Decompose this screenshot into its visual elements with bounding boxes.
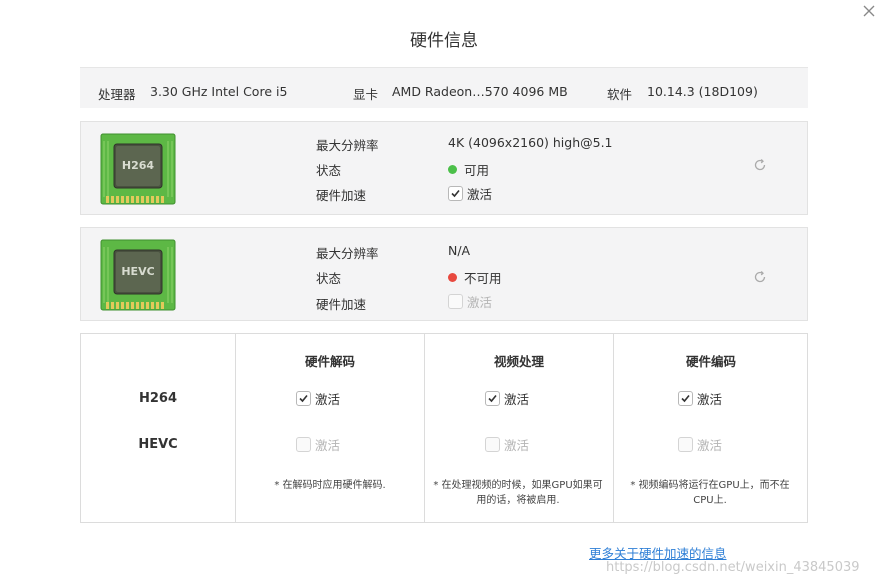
system-info-bar: 处理器 3.30 GHz Intel Core i5 显卡 AMD Radeon… (80, 67, 808, 108)
close-icon (863, 5, 875, 17)
svg-text:HEVC: HEVC (121, 265, 154, 278)
checkbox-label: 激活 (315, 392, 341, 407)
checkbox-checked-icon[interactable] (485, 391, 500, 406)
checkbox-label: 激活 (467, 187, 493, 202)
h264-video-processing-checkbox[interactable]: 激活 (485, 389, 529, 408)
capability-table: 硬件解码 视频处理 硬件编码 H264 HEVC 激活 激活 激活 激活 激活 … (80, 333, 808, 523)
checkbox-unchecked-icon[interactable] (678, 437, 693, 452)
max-resolution-label: 最大分辨率 (316, 246, 379, 261)
hevc-video-processing-checkbox[interactable]: 激活 (485, 435, 529, 454)
status-label: 状态 (316, 163, 342, 178)
checkbox-label: 激活 (504, 392, 530, 407)
max-resolution-value: N/A (448, 243, 471, 258)
close-button[interactable] (860, 2, 880, 22)
h264-hw-encode-checkbox[interactable]: 激活 (678, 389, 722, 408)
checkbox-checked-icon[interactable] (678, 391, 693, 406)
hw-accel-label: 硬件加速 (316, 297, 367, 312)
codec-panel-hevc: HEVC 最大分辨率 N/A 状态 不可用 硬件加速 激活 (80, 227, 808, 321)
refresh-icon[interactable] (753, 270, 767, 284)
column-header-hw-encode: 硬件编码 (685, 354, 736, 369)
checkbox-label: 激活 (315, 438, 341, 453)
h264-chip-icon: H264 (100, 133, 176, 205)
status-dot-unavailable-icon (448, 273, 457, 282)
column-header-hw-decode: 硬件解码 (304, 354, 355, 369)
software-label: 软件 (607, 87, 633, 102)
processor-value: 3.30 GHz Intel Core i5 (150, 84, 288, 99)
status-dot-available-icon (448, 165, 457, 174)
max-resolution-label: 最大分辨率 (316, 138, 379, 153)
status-label: 状态 (316, 271, 342, 286)
checkbox-label: 激活 (467, 295, 493, 310)
status-value: 不可用 (448, 268, 502, 287)
watermark-text: https://blog.csdn.net/weixin_43845039 (606, 560, 860, 575)
hevc-hw-encode-checkbox[interactable]: 激活 (678, 435, 722, 454)
row-header-h264: H264 (138, 391, 178, 406)
note-hw-encode: * 视频编码将运行在GPU上，而不在CPU上. (630, 480, 790, 506)
note-hw-decode: * 在解码时应用硬件解码. (274, 480, 386, 491)
hevc-hw-decode-checkbox[interactable]: 激活 (296, 435, 340, 454)
checkbox-unchecked-icon[interactable] (296, 437, 311, 452)
checkbox-label: 激活 (504, 438, 530, 453)
hevc-chip-icon: HEVC (100, 239, 176, 311)
codec-panel-h264: H264 最大分辨率 4K (4096x2160) high@5.1 状态 可用… (80, 121, 808, 215)
column-header-video-processing: 视频处理 (493, 354, 544, 369)
hw-accel-label: 硬件加速 (316, 188, 367, 203)
checkbox-label: 激活 (697, 392, 723, 407)
checkbox-label: 激活 (697, 438, 723, 453)
checkbox-unchecked-icon[interactable] (485, 437, 500, 452)
software-value: 10.14.3 (18D109) (647, 84, 758, 99)
note-video-processing: * 在处理视频的时候，如果GPU如果可用的话，将被启用. (433, 480, 603, 506)
gpu-label: 显卡 (353, 87, 379, 102)
hw-accel-checkbox-hevc[interactable]: 激活 (448, 292, 492, 311)
checkbox-unchecked-icon[interactable] (448, 294, 463, 309)
refresh-icon[interactable] (753, 158, 767, 172)
row-header-hevc: HEVC (138, 437, 178, 452)
status-value: 可用 (448, 160, 489, 179)
status-text: 不可用 (464, 271, 502, 286)
gpu-value: AMD Radeon…570 4096 MB (392, 84, 568, 99)
checkbox-checked-icon[interactable] (296, 391, 311, 406)
svg-text:H264: H264 (122, 159, 155, 172)
hw-accel-checkbox-h264[interactable]: 激活 (448, 184, 492, 203)
dialog-title: 硬件信息 (410, 31, 478, 51)
h264-hw-decode-checkbox[interactable]: 激活 (296, 389, 340, 408)
max-resolution-value: 4K (4096x2160) high@5.1 (448, 135, 613, 150)
processor-label: 处理器 (98, 87, 136, 102)
status-text: 可用 (464, 163, 490, 178)
checkbox-checked-icon[interactable] (448, 186, 463, 201)
